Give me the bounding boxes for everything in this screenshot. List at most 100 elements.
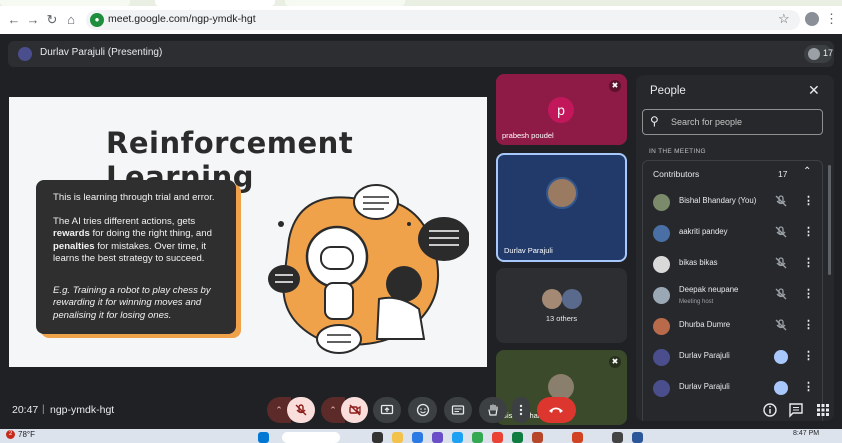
hand-icon [488, 404, 498, 416]
home-icon[interactable]: ⌂ [63, 12, 79, 28]
mic-off-icon[interactable] [774, 225, 788, 239]
app-icon[interactable] [612, 432, 623, 443]
browser-chrome: ← → ↻ ⌂ ● meet.google.com/ngp-ymdk-hgt ☆… [0, 0, 842, 34]
participants-badge[interactable]: 17 [804, 45, 833, 63]
person-name: Durlav Parajuli [679, 382, 730, 391]
raise-hand-button[interactable] [479, 397, 507, 423]
info-icon[interactable] [762, 402, 778, 418]
person-name: aakriti pandey [679, 227, 728, 236]
slide-text: for doing the right thing, and [89, 228, 212, 240]
taskbar-search-box[interactable] [282, 432, 340, 443]
more-vert-icon[interactable]: ⋮ [803, 349, 814, 362]
more-vert-icon[interactable]: ⋮ [803, 225, 814, 238]
present-icon [380, 404, 394, 415]
more-vert-icon[interactable]: ⋮ [803, 318, 814, 331]
panel-title: People [650, 85, 686, 97]
participant-tile-active[interactable]: Durlav Parajuli [496, 153, 627, 262]
more-vert-icon[interactable]: ⋮ [803, 256, 814, 269]
others-tile[interactable]: 13 others [496, 268, 627, 343]
file-explorer-icon[interactable] [392, 432, 403, 443]
close-icon[interactable]: ✕ [808, 82, 820, 99]
person-row[interactable]: Deepak neupane Meeting host ⋮ [643, 280, 824, 310]
back-icon[interactable]: ← [6, 12, 22, 28]
participant-tile[interactable]: p ✖ prabesh poudel [496, 74, 627, 145]
weather-widget[interactable]: 78°F [18, 430, 35, 439]
reactions-button[interactable] [408, 397, 437, 423]
nav-bar: ← → ↻ ⌂ ● meet.google.com/ngp-ymdk-hgt ☆… [0, 6, 842, 34]
participant-avatar: p [548, 97, 574, 123]
section-label: IN THE MEETING [649, 148, 706, 155]
more-vert-icon[interactable]: ⋮ [803, 287, 814, 300]
os-taskbar: 2 78°F 8:47 PM [0, 429, 842, 443]
more-vert-icon[interactable]: ⋮ [803, 194, 814, 207]
astronaut-illustration [268, 184, 469, 354]
person-row[interactable]: Bishal Bhandary (You) ⋮ [643, 187, 824, 217]
site-info-icon[interactable]: ● [90, 13, 104, 27]
participant-name: Durlav Parajuli [504, 246, 553, 255]
slide-paragraph: This is learning through trial and error… [53, 192, 215, 203]
reload-icon[interactable]: ↻ [44, 12, 60, 28]
app-icon[interactable] [452, 432, 463, 443]
participants-avatars-icon [808, 48, 820, 60]
leave-call-button[interactable] [537, 397, 576, 423]
forward-icon[interactable]: → [25, 12, 41, 28]
app-icon[interactable] [512, 432, 523, 443]
person-name: Deepak neupane [679, 285, 739, 294]
more-options-button[interactable] [512, 397, 530, 423]
person-row[interactable]: Durlav Parajuli ⋮ [643, 342, 824, 372]
group-label[interactable]: Contributors [653, 169, 699, 179]
browser-menu-icon[interactable]: ⋮ [825, 11, 838, 27]
task-view-icon[interactable] [372, 432, 383, 443]
hang-up-icon [549, 407, 563, 413]
person-name: Dhurba Dumre [679, 320, 731, 329]
mic-off-icon[interactable] [774, 287, 788, 301]
activities-grid-icon[interactable] [815, 402, 831, 418]
person-name: bikas bikas [679, 258, 718, 267]
person-avatar [653, 349, 670, 366]
chat-icon[interactable] [788, 402, 804, 418]
chevron-up-icon[interactable]: ⌃ [803, 166, 811, 177]
person-avatar [653, 225, 670, 242]
search-icon: ⚲ [650, 114, 659, 128]
mic-toggle-button[interactable] [287, 397, 315, 423]
person-name: Bishal Bhandary (You) [679, 196, 757, 205]
separator: | [42, 404, 45, 415]
mic-off-icon[interactable] [774, 256, 788, 270]
participant-avatar [562, 289, 582, 309]
url-text: meet.google.com/ngp-ymdk-hgt [108, 13, 256, 25]
camera-off-icon [348, 404, 361, 416]
present-screen-button[interactable] [373, 397, 401, 423]
mic-off-icon[interactable] [774, 318, 788, 332]
app-icon[interactable] [472, 432, 483, 443]
presenting-label: Durlav Parajuli (Presenting) [40, 47, 163, 58]
system-clock[interactable]: 8:47 PM [793, 430, 819, 437]
person-avatar [653, 256, 670, 273]
person-row[interactable]: bikas bikas ⋮ [643, 249, 824, 279]
camera-toggle-button[interactable] [341, 397, 368, 423]
participant-name: prabesh poudel [502, 131, 554, 140]
group-count: 17 [778, 169, 788, 179]
address-bar[interactable]: ● meet.google.com/ngp-ymdk-hgt ☆ [86, 10, 800, 30]
app-icon[interactable] [412, 432, 423, 443]
person-row[interactable]: aakriti pandey ⋮ [643, 218, 824, 248]
more-vert-icon [519, 404, 523, 416]
person-row[interactable]: Dhurba Dumre ⋮ [643, 311, 824, 341]
start-icon[interactable] [258, 432, 269, 443]
emoji-icon [416, 403, 429, 417]
profile-avatar[interactable] [805, 12, 819, 26]
search-input[interactable]: ⚲ Search for people [642, 109, 823, 135]
bookmark-star-icon[interactable]: ☆ [778, 11, 790, 27]
app-icon[interactable] [572, 432, 583, 443]
mic-off-icon[interactable] [774, 194, 788, 208]
app-icon[interactable] [632, 432, 643, 443]
captions-button[interactable] [444, 397, 472, 423]
presenter-avatar [18, 47, 32, 61]
people-panel: People ✕ ⚲ Search for people IN THE MEET… [636, 75, 834, 421]
chrome-icon[interactable] [492, 432, 503, 443]
person-avatar [653, 318, 670, 335]
slide-text: The AI tries different actions, gets [53, 216, 196, 227]
contributors-group: Contributors 17 ⌃ Bishal Bhandary (You) ⋮… [642, 160, 823, 421]
app-icon[interactable] [432, 432, 443, 443]
app-icon[interactable] [532, 432, 543, 443]
scrollbar[interactable] [828, 165, 831, 275]
